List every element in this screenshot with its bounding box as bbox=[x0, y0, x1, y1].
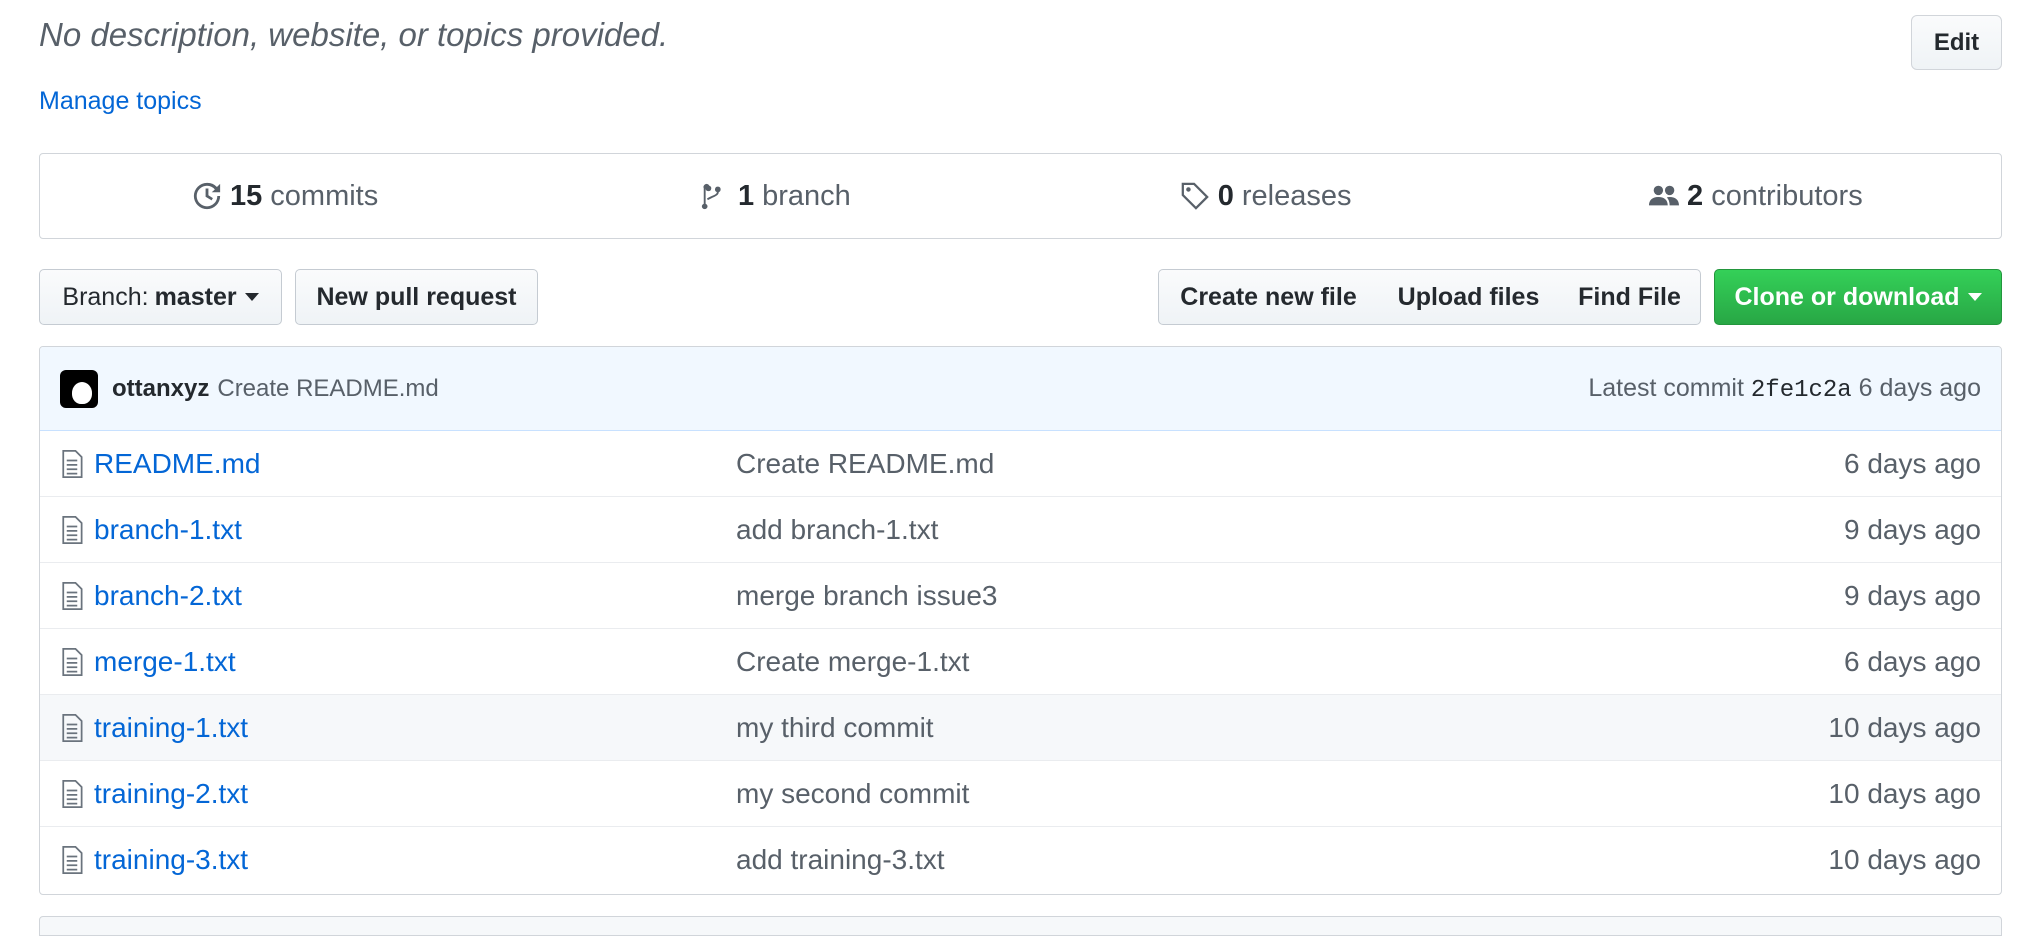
table-row: training-3.txt add training-3.txt 10 day… bbox=[40, 827, 2001, 893]
file-age: 10 days ago bbox=[1828, 777, 1981, 809]
file-age: 9 days ago bbox=[1844, 579, 1981, 611]
releases-count: 0 bbox=[1217, 179, 1234, 212]
table-row: README.md Create README.md 6 days ago bbox=[40, 431, 2001, 497]
history-icon bbox=[193, 182, 221, 210]
table-row: branch-2.txt merge branch issue3 9 days … bbox=[40, 563, 2001, 629]
branch-prefix: Branch: bbox=[62, 282, 149, 311]
file-name-link[interactable]: training-1.txt bbox=[94, 712, 736, 744]
latest-commit-bar: ottanxyz Create README.md Latest commit … bbox=[40, 347, 2001, 431]
file-commit-message[interactable]: my second commit bbox=[736, 778, 1828, 810]
readme-box-edge bbox=[39, 916, 2002, 936]
caret-down-icon bbox=[1967, 293, 1982, 301]
table-row: training-2.txt my second commit 10 days … bbox=[40, 761, 2001, 827]
file-commit-message[interactable]: Create merge-1.txt bbox=[736, 646, 1844, 678]
caret-down-icon bbox=[244, 293, 259, 301]
file-age: 10 days ago bbox=[1828, 711, 1981, 743]
manage-topics-link[interactable]: Manage topics bbox=[39, 87, 202, 116]
file-age: 6 days ago bbox=[1844, 447, 1981, 479]
latest-commit-info: Latest commit 2fe1c2a 6 days ago bbox=[1588, 374, 1981, 404]
commit-message[interactable]: Create README.md bbox=[217, 375, 438, 403]
commits-label: commits bbox=[270, 179, 379, 212]
file-icon bbox=[62, 581, 83, 610]
clone-label: Clone or download bbox=[1734, 282, 1960, 311]
contributors-count: 2 bbox=[1687, 179, 1704, 212]
upload-files-button[interactable]: Upload files bbox=[1378, 269, 1560, 325]
file-commit-message[interactable]: add training-3.txt bbox=[736, 844, 1828, 876]
table-row: branch-1.txt add branch-1.txt 9 days ago bbox=[40, 497, 2001, 563]
file-age: 10 days ago bbox=[1828, 844, 1981, 875]
file-name-link[interactable]: branch-1.txt bbox=[94, 514, 736, 546]
create-new-file-button[interactable]: Create new file bbox=[1158, 269, 1379, 325]
file-icon bbox=[62, 713, 83, 742]
avatar[interactable] bbox=[60, 369, 98, 408]
file-name-link[interactable]: README.md bbox=[94, 448, 736, 480]
file-table: ottanxyz Create README.md Latest commit … bbox=[39, 346, 2002, 895]
people-icon bbox=[1649, 185, 1680, 206]
file-commit-message[interactable]: merge branch issue3 bbox=[736, 580, 1844, 612]
numbers-summary: 15 commits 1 branch 0 releases 2 contrib… bbox=[39, 153, 2002, 239]
releases-summary[interactable]: 0 releases bbox=[1021, 180, 1511, 213]
git-branch-icon bbox=[701, 183, 721, 210]
file-age: 9 days ago bbox=[1844, 513, 1981, 545]
file-commit-message[interactable]: add branch-1.txt bbox=[736, 514, 1844, 546]
file-icon bbox=[62, 779, 83, 808]
file-icon bbox=[62, 449, 83, 478]
file-name-link[interactable]: training-3.txt bbox=[94, 844, 736, 876]
file-name-link[interactable]: merge-1.txt bbox=[94, 646, 736, 678]
commit-author[interactable]: ottanxyz bbox=[112, 375, 209, 403]
commit-age: 6 days ago bbox=[1858, 373, 1981, 402]
repo-description: No description, website, or topics provi… bbox=[39, 16, 669, 53]
contributors-summary[interactable]: 2 contributors bbox=[1511, 180, 2001, 213]
contributors-label: contributors bbox=[1711, 179, 1863, 212]
latest-commit-prefix: Latest commit bbox=[1588, 373, 1744, 402]
commit-sha[interactable]: 2fe1c2a bbox=[1751, 377, 1852, 404]
file-name-link[interactable]: training-2.txt bbox=[94, 778, 736, 810]
branches-label: branch bbox=[762, 179, 851, 212]
branch-select-button[interactable]: Branch: master bbox=[39, 269, 282, 325]
branches-count: 1 bbox=[737, 179, 755, 212]
releases-label: releases bbox=[1241, 179, 1352, 212]
clone-or-download-button[interactable]: Clone or download bbox=[1714, 269, 2002, 325]
file-icon bbox=[62, 515, 83, 544]
commits-count: 15 bbox=[230, 179, 263, 212]
file-icon bbox=[62, 846, 83, 874]
file-age: 6 days ago bbox=[1844, 645, 1981, 677]
find-file-button[interactable]: Find File bbox=[1559, 269, 1701, 325]
edit-button[interactable]: Edit bbox=[1911, 15, 2002, 70]
table-row: training-1.txt my third commit 10 days a… bbox=[40, 695, 2001, 761]
file-name-link[interactable]: branch-2.txt bbox=[94, 580, 736, 612]
file-commit-message[interactable]: Create README.md bbox=[736, 448, 1844, 480]
branches-summary[interactable]: 1 branch bbox=[530, 180, 1020, 213]
table-row: merge-1.txt Create merge-1.txt 6 days ag… bbox=[40, 629, 2001, 695]
file-commit-message[interactable]: my third commit bbox=[736, 712, 1828, 744]
file-icon bbox=[62, 647, 83, 676]
tag-icon bbox=[1181, 182, 1209, 210]
commits-summary[interactable]: 15 commits bbox=[40, 180, 530, 213]
new-pull-request-button[interactable]: New pull request bbox=[295, 269, 538, 325]
branch-name: master bbox=[154, 282, 237, 311]
